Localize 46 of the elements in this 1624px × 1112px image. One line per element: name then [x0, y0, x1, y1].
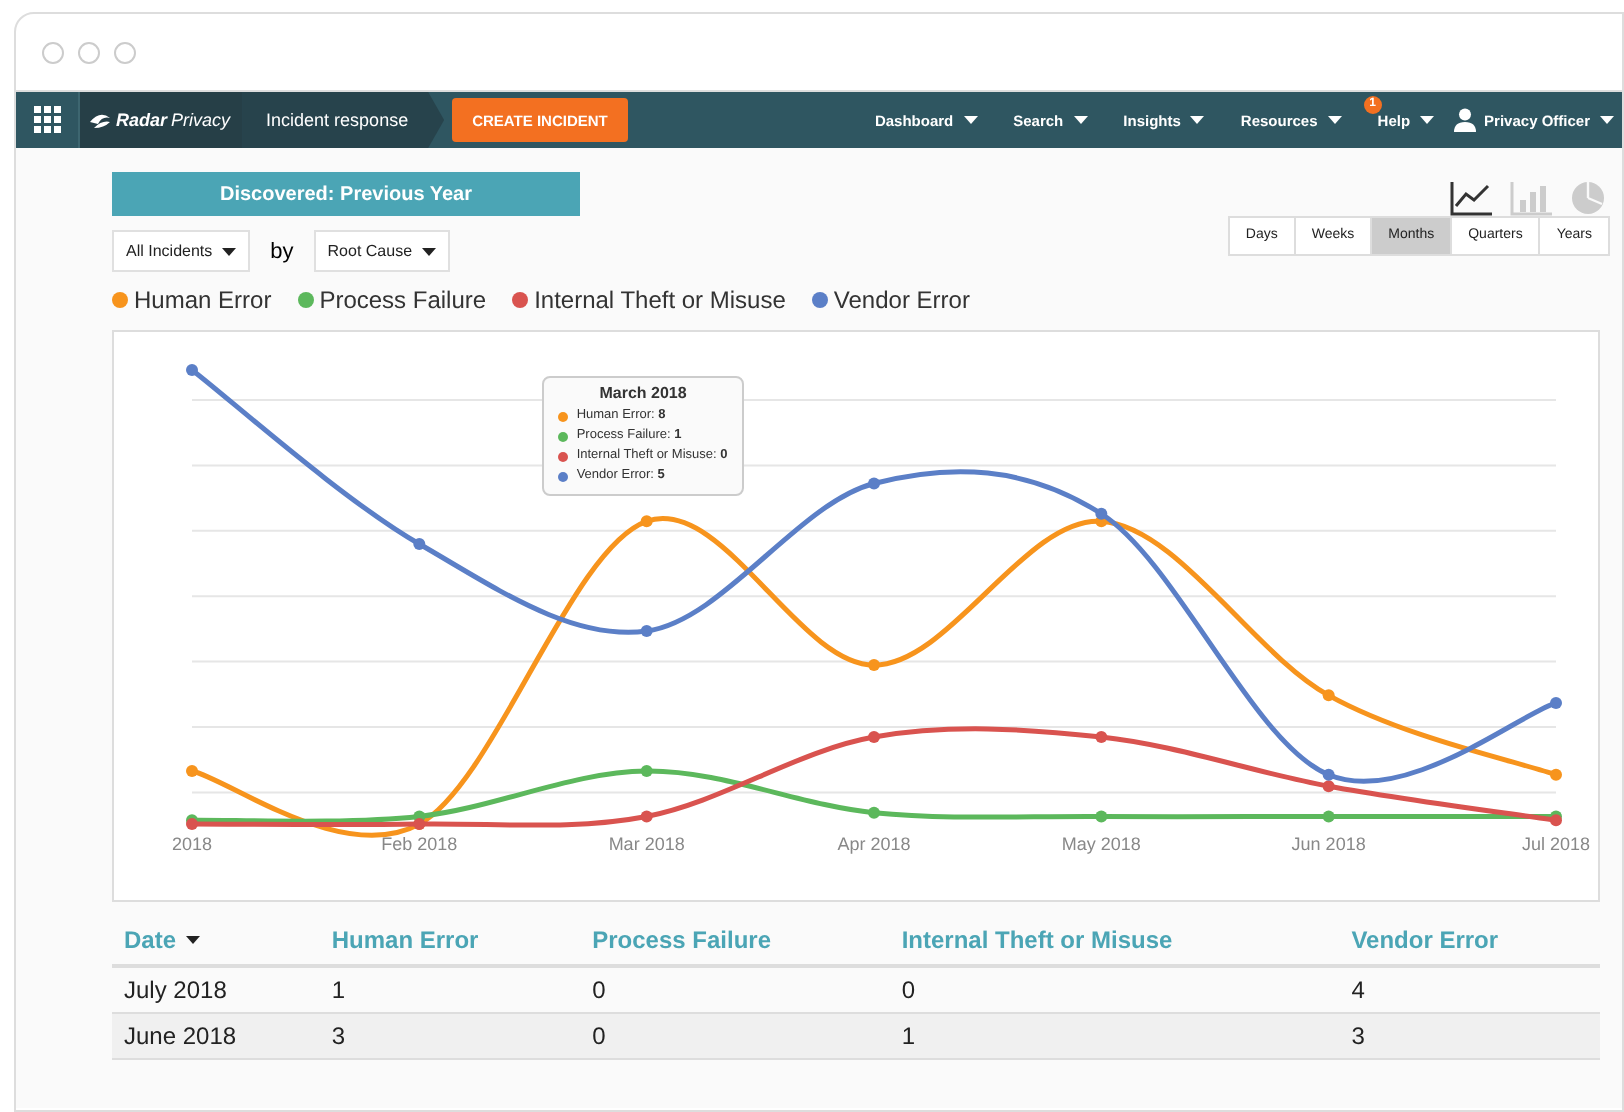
table-cell: June 2018: [124, 1022, 237, 1050]
by-label: by: [270, 239, 294, 263]
table-cell: 3: [1351, 1022, 1365, 1050]
caret-icon: [1420, 116, 1435, 124]
table-cell: 1: [331, 976, 346, 1004]
line-chart-icon[interactable]: [1450, 180, 1494, 216]
axis-label: Mar 2018: [608, 834, 685, 854]
axis-label: 2018: [171, 834, 213, 854]
legend-label[interactable]: Vendor Error: [833, 286, 970, 314]
axis-label: May 2018: [1061, 834, 1141, 854]
brand-name: Radar: [116, 110, 168, 130]
table-cell: 4: [1351, 976, 1365, 1004]
pie-chart-icon[interactable]: [1570, 180, 1606, 216]
axis-label: Jul 2018: [1521, 834, 1591, 854]
table-cell: 0: [901, 976, 916, 1004]
table-cell: 1: [901, 1022, 916, 1050]
user-icon: [1454, 108, 1477, 132]
logo-icon: [88, 111, 112, 129]
window-control-icon[interactable]: [78, 41, 100, 63]
incidents-dropdown[interactable]: All Incidents: [112, 230, 251, 272]
group-by-dropdown[interactable]: Root Cause: [313, 230, 451, 272]
caret-icon: [422, 247, 437, 255]
legend-label[interactable]: Internal Theft or Misuse: [534, 286, 786, 314]
caret-icon: [1327, 116, 1342, 124]
window-control-icon[interactable]: [114, 41, 136, 63]
table-cell: 3: [331, 1022, 346, 1050]
legend-label[interactable]: Human Error: [134, 286, 272, 314]
brand-name: Privacy: [171, 110, 231, 130]
breadcrumb[interactable]: Incident response: [242, 92, 445, 148]
apps-grid-icon[interactable]: [34, 106, 62, 134]
axis-label: Apr 2018: [837, 834, 911, 854]
caret-icon: [222, 247, 237, 255]
caret-icon: [1073, 116, 1088, 124]
caret-icon: [963, 116, 978, 124]
bar-chart-icon[interactable]: [1510, 180, 1554, 216]
table-cell: 0: [592, 976, 606, 1004]
tooltip-title: March 2018: [597, 384, 689, 402]
axis-label: Jun 2018: [1291, 834, 1366, 854]
caret-icon: [1600, 116, 1614, 124]
window-control-icon[interactable]: [42, 41, 64, 63]
caret-icon: [1190, 116, 1205, 124]
table-cell: July 2018: [124, 976, 227, 1004]
table-cell: 0: [592, 1022, 606, 1050]
report-title: Discovered: Previous Year: [112, 172, 580, 216]
axis-label: Feb 2018: [381, 834, 458, 854]
legend-label[interactable]: Process Failure: [319, 286, 487, 314]
